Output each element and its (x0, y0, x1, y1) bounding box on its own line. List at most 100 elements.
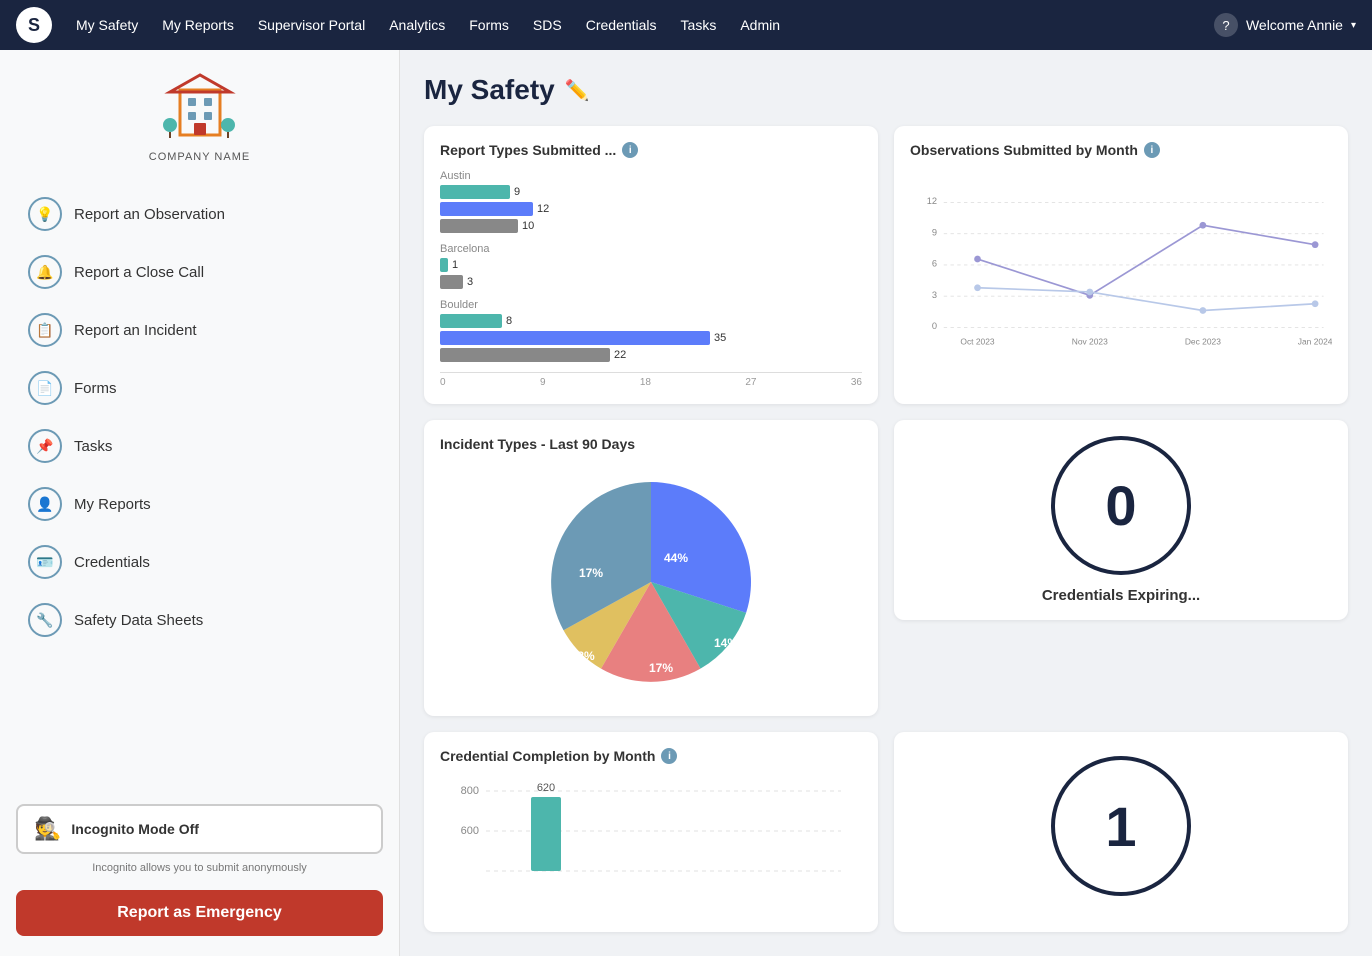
incident-icon: 📋 (28, 313, 62, 347)
nav-user-area: ? Welcome Annie ▾ (1214, 13, 1356, 37)
svg-text:9: 9 (932, 227, 937, 237)
nav-analytics[interactable]: Analytics (389, 17, 445, 33)
pie-chart-title: Incident Types - Last 90 Days (440, 436, 862, 452)
bar-row: 8 (440, 314, 862, 328)
bar-chart-title: Report Types Submitted ... i (440, 142, 862, 158)
nav-sds[interactable]: SDS (533, 17, 562, 33)
bar-row: 10 (440, 219, 862, 233)
help-icon[interactable]: ? (1214, 13, 1238, 37)
user-menu-chevron[interactable]: ▾ (1351, 20, 1356, 31)
incognito-hint: Incognito allows you to submit anonymous… (16, 862, 383, 874)
bottom-circle: 1 (1051, 756, 1191, 896)
svg-text:Oct 2023: Oct 2023 (960, 336, 994, 346)
sidebar-item-close-call[interactable]: 🔔 Report a Close Call (16, 245, 383, 299)
svg-text:0: 0 (932, 321, 937, 331)
svg-text:14%: 14% (714, 636, 738, 650)
app-logo: S (16, 7, 52, 43)
company-logo-icon (160, 70, 240, 140)
edit-title-icon[interactable]: ✏️ (565, 78, 590, 103)
bar-row: 3 (440, 275, 862, 289)
nav-credentials[interactable]: Credentials (586, 17, 657, 33)
credentials-icon: 🪪 (28, 545, 62, 579)
welcome-text: Welcome Annie (1246, 17, 1343, 33)
svg-text:Jan 2024: Jan 2024 (1298, 336, 1332, 346)
bar-row: 12 (440, 202, 862, 216)
bar-group-austin: Austin 9 12 10 (440, 170, 862, 233)
bar-chart: Austin 9 12 10 (440, 170, 862, 388)
sidebar-label-incident: Report an Incident (74, 322, 197, 339)
sidebar: COMPANY NAME 💡 Report an Observation 🔔 R… (0, 50, 400, 956)
bottom-circle-card: 1 (894, 732, 1348, 932)
sidebar-label-observation: Report an Observation (74, 206, 225, 223)
sds-icon: 🔧 (28, 603, 62, 637)
sidebar-item-tasks[interactable]: 📌 Tasks (16, 419, 383, 473)
svg-text:620: 620 (537, 782, 555, 794)
line-chart-title: Observations Submitted by Month i (910, 142, 1332, 158)
my-reports-icon: 👤 (28, 487, 62, 521)
close-call-icon: 🔔 (28, 255, 62, 289)
svg-text:8%: 8% (577, 649, 595, 663)
top-navigation: S My Safety My Reports Supervisor Portal… (0, 0, 1372, 50)
sidebar-item-credentials[interactable]: 🪪 Credentials (16, 535, 383, 589)
svg-text:Nov 2023: Nov 2023 (1072, 336, 1108, 346)
svg-text:44%: 44% (664, 551, 688, 565)
nav-my-reports[interactable]: My Reports (162, 17, 234, 33)
sidebar-label-sds: Safety Data Sheets (74, 612, 203, 629)
sidebar-label-credentials: Credentials (74, 554, 150, 571)
bar-chart-info-icon[interactable]: i (622, 142, 638, 158)
line-chart-info-icon[interactable]: i (1144, 142, 1160, 158)
bar-row: 35 (440, 331, 862, 345)
bar-group-boulder: Boulder 8 35 22 (440, 299, 862, 362)
bottom-row: Credential Completion by Month i 800 600… (424, 732, 1348, 932)
company-name-label: COMPANY NAME (16, 151, 383, 163)
credentials-expiring-card: 0 Credentials Expiring... (894, 420, 1348, 620)
emergency-button[interactable]: Report as Emergency (16, 890, 383, 936)
bar-group-barcelona: Barcelona 1 3 (440, 243, 862, 289)
dashboard-grid: Report Types Submitted ... i Austin 9 12 (424, 126, 1348, 716)
bar-row: 1 (440, 258, 862, 272)
credential-completion-info-icon[interactable]: i (661, 748, 677, 764)
forms-icon: 📄 (28, 371, 62, 405)
nav-admin[interactable]: Admin (740, 17, 780, 33)
incognito-hat-icon: 🕵️ (34, 816, 61, 842)
bar-row: 9 (440, 185, 862, 199)
nav-supervisor-portal[interactable]: Supervisor Portal (258, 17, 365, 33)
page-title-area: My Safety ✏️ (424, 74, 1348, 106)
bar-axis: 0 9 18 27 36 (440, 372, 862, 388)
nav-tasks[interactable]: Tasks (681, 17, 717, 33)
svg-text:6: 6 (932, 259, 937, 269)
sidebar-label-my-reports: My Reports (74, 496, 151, 513)
incognito-button[interactable]: 🕵️ Incognito Mode Off (16, 804, 383, 854)
svg-text:17%: 17% (649, 661, 673, 675)
bar-row: 22 (440, 348, 862, 362)
credential-completion-title: Credential Completion by Month i (440, 748, 862, 764)
pie-chart-card: Incident Types - Last 90 Days (424, 420, 878, 716)
page-title: My Safety (424, 74, 555, 106)
sidebar-item-forms[interactable]: 📄 Forms (16, 361, 383, 415)
svg-text:17%: 17% (579, 566, 603, 580)
sidebar-label-forms: Forms (74, 380, 117, 397)
nav-my-safety[interactable]: My Safety (76, 17, 138, 33)
credentials-expiring-label: Credentials Expiring... (1042, 587, 1200, 604)
pie-chart-svg: 44% 14% 17% 8% 17% (541, 472, 761, 692)
credential-completion-card: Credential Completion by Month i 800 600… (424, 732, 878, 932)
nav-forms[interactable]: Forms (469, 17, 509, 33)
bar-chart-card: Report Types Submitted ... i Austin 9 12 (424, 126, 878, 404)
sidebar-item-my-reports[interactable]: 👤 My Reports (16, 477, 383, 531)
tasks-icon: 📌 (28, 429, 62, 463)
line-chart-card: Observations Submitted by Month i 12 9 6… (894, 126, 1348, 404)
svg-text:800: 800 (461, 785, 479, 797)
svg-text:12: 12 (927, 196, 937, 206)
observation-icon: 💡 (28, 197, 62, 231)
svg-text:600: 600 (461, 825, 479, 837)
credential-completion-chart: 800 600 620 (440, 776, 862, 896)
pie-chart-wrap: 44% 14% 17% 8% 17% (440, 464, 862, 700)
incognito-label: Incognito Mode Off (71, 821, 199, 837)
main-content: My Safety ✏️ Report Types Submitted ... … (400, 50, 1372, 956)
svg-text:3: 3 (932, 290, 937, 300)
line-chart-svg: 12 9 6 3 0 Oct 2023 Nov 2023 Dec 2023 Ja… (910, 170, 1332, 370)
credentials-count-circle: 0 (1051, 436, 1191, 575)
sidebar-item-observation[interactable]: 💡 Report an Observation (16, 187, 383, 241)
sidebar-item-sds[interactable]: 🔧 Safety Data Sheets (16, 593, 383, 647)
sidebar-item-incident[interactable]: 📋 Report an Incident (16, 303, 383, 357)
